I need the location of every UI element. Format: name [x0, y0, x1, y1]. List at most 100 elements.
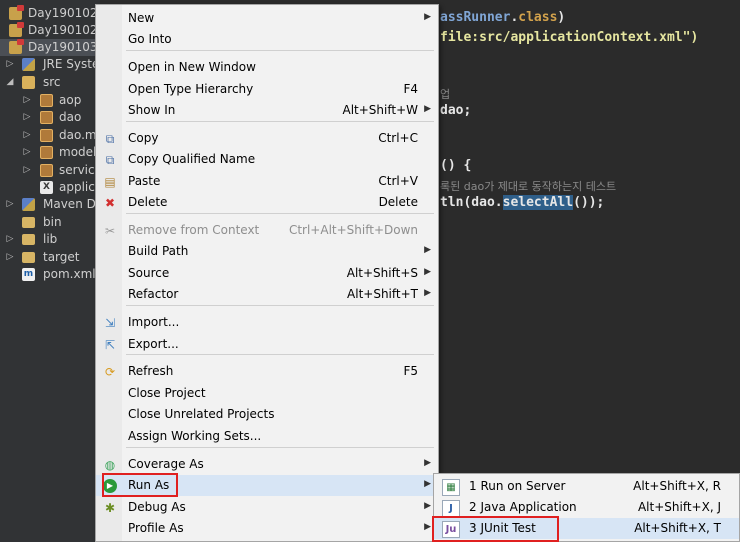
tree-item[interactable]: bin — [0, 214, 100, 231]
menu-item-run-as[interactable]: ▶ Run As ▶ — [96, 475, 438, 496]
menu-item-label: New — [128, 11, 155, 25]
menu-item-shortcut: Alt+Shift+S — [346, 266, 418, 280]
tree-item[interactable]: Day190102_ — [0, 5, 100, 22]
menu-item-import[interactable]: ⇲ Import... — [96, 312, 438, 333]
tree-item[interactable]: ▷ JRE Syster — [0, 56, 100, 73]
tree-item[interactable]: ◢ src — [0, 74, 100, 91]
tree-item[interactable]: Xapplica — [0, 179, 100, 196]
package-icon — [40, 111, 53, 124]
tree-item[interactable]: ▷ aop — [0, 92, 100, 109]
expand-arrow-icon[interactable]: ▷ — [5, 196, 15, 213]
menu-item-delete[interactable]: ✖ Delete Delete — [96, 192, 438, 213]
code-line: file:src/applicationContext.xml") — [440, 30, 698, 45]
expand-arrow-icon[interactable]: ▷ — [22, 127, 32, 144]
folder-icon — [22, 217, 35, 228]
menu-item-source[interactable]: Source Alt+Shift+S ▶ — [96, 263, 438, 284]
package-icon — [40, 146, 53, 159]
tree-item-label: JRE Syster — [43, 57, 100, 71]
run-icon: ▶ — [103, 479, 117, 493]
menu-item-label: Refresh — [128, 364, 174, 378]
expand-arrow-icon[interactable]: ▷ — [22, 144, 32, 161]
tree-item[interactable]: ▷ target — [0, 249, 100, 266]
coverage-icon: ◍ — [104, 458, 116, 472]
submenu-item-label: 3 JUnit Test — [469, 521, 536, 535]
menu-item-export[interactable]: ⇱ Export... — [96, 334, 438, 355]
tree-item[interactable]: ▷ dao.ma — [0, 127, 100, 144]
java-app-icon: J — [442, 500, 460, 517]
menu-item-assign-working-sets[interactable]: Assign Working Sets... — [96, 426, 438, 447]
menu-item-coverage-as[interactable]: ◍ Coverage As ▶ — [96, 454, 438, 475]
debug-icon: ✱ — [104, 501, 116, 515]
submenu-item-1-run-on-server[interactable]: ▦ 1 Run on Server Alt+Shift+X, R — [434, 476, 739, 497]
tree-item[interactable]: ▷ dao — [0, 109, 100, 126]
package-icon — [40, 94, 53, 107]
menu-item-open-in-new-window[interactable]: Open in New Window — [96, 57, 438, 78]
menu-item-close-unrelated-projects[interactable]: Close Unrelated Projects — [96, 404, 438, 425]
menu-item-show-in[interactable]: Show In Alt+Shift+W ▶ — [96, 100, 438, 121]
menu-item-close-project[interactable]: Close Project — [96, 383, 438, 404]
submenu-arrow-icon: ▶ — [424, 104, 431, 114]
folder-icon — [22, 252, 35, 263]
tree-item[interactable]: m pom.xml — [0, 266, 100, 283]
menu-item-label: Close Unrelated Projects — [128, 407, 275, 421]
menu-item-label: Open in New Window — [128, 60, 256, 74]
menu-item-label: Remove from Context — [128, 223, 260, 237]
expand-arrow-icon[interactable]: ▷ — [22, 92, 32, 109]
code-token: ()); — [573, 195, 605, 210]
tree-item[interactable]: Day190102_ — [0, 22, 100, 39]
menu-item-refresh[interactable]: ⟳ Refresh F5 — [96, 361, 438, 382]
tree-item[interactable]: Day190103_ — [0, 39, 100, 56]
menu-item-copy[interactable]: ⧉ Copy Ctrl+C — [96, 128, 438, 149]
submenu-arrow-icon: ▶ — [424, 479, 431, 489]
menu-item-shortcut: F4 — [403, 82, 418, 96]
submenu-item-3-junit-test[interactable]: Ju 3 JUnit Test Alt+Shift+X, T — [434, 518, 739, 539]
project-icon — [9, 22, 24, 37]
menu-item-label: Open Type Hierarchy — [128, 82, 254, 96]
project-explorer: Day190102_ Day190102_ Day190103_ ▷ JRE Syste… — [0, 0, 100, 542]
submenu-item-shortcut: Alt+Shift+X, T — [634, 521, 721, 535]
expand-arrow-icon[interactable]: ▷ — [5, 249, 15, 266]
menu-item-go-into[interactable]: Go Into — [96, 29, 438, 50]
paste-icon: ▤ — [104, 175, 116, 189]
menu-item-build-path[interactable]: Build Path ▶ — [96, 241, 438, 262]
tree-item[interactable]: ▷ service — [0, 162, 100, 179]
menu-item-label: Show In — [128, 103, 176, 117]
expand-arrow-icon[interactable]: ▷ — [22, 109, 32, 126]
code-token: class — [518, 10, 558, 25]
copy-icon: ⧉ — [105, 132, 115, 146]
menu-item-remove-from-context[interactable]: ✂ Remove from Context Ctrl+Alt+Shift+Down — [96, 220, 438, 241]
menu-item-open-type-hierarchy[interactable]: Open Type Hierarchy F4 — [96, 79, 438, 100]
expand-arrow-icon[interactable]: ▷ — [5, 231, 15, 248]
menu-item-profile-as[interactable]: Profile As ▶ — [96, 518, 438, 539]
menu-item-new[interactable]: New ▶ — [96, 8, 438, 29]
tree-item[interactable]: ▷ model — [0, 144, 100, 161]
menu-item-copy-qualified-name[interactable]: ⧉ Copy Qualified Name — [96, 149, 438, 170]
menu-item-refactor[interactable]: Refactor Alt+Shift+T ▶ — [96, 284, 438, 305]
xml-file-icon: X — [40, 181, 53, 194]
submenu-arrow-icon: ▶ — [424, 12, 431, 22]
tree-item-label: Day190102_ — [28, 23, 100, 37]
submenu-arrow-icon: ▶ — [424, 522, 431, 532]
menu-separator — [126, 447, 434, 448]
tree-item-label: applica — [59, 180, 100, 194]
tree-item[interactable]: ▷ lib — [0, 231, 100, 248]
code-token: file:src/applicationContext.xml") — [440, 30, 699, 45]
tree-item-label: Day190103_ — [28, 40, 100, 54]
maven-pom-icon: m — [22, 268, 35, 281]
menu-item-label: Build Path — [128, 244, 189, 258]
menu-item-debug-as[interactable]: ✱ Debug As ▶ — [96, 497, 438, 518]
menu-item-label: Close Project — [128, 386, 206, 400]
menu-item-paste[interactable]: ▤ Paste Ctrl+V — [96, 171, 438, 192]
expand-arrow-icon[interactable]: ▷ — [22, 162, 32, 179]
menu-separator — [126, 213, 434, 214]
copy-qualified-icon: ⧉ — [105, 153, 115, 167]
code-line: dao; — [440, 103, 471, 118]
menu-item-label: Import... — [128, 315, 180, 329]
menu-item-label: Paste — [128, 174, 161, 188]
submenu-item-2-java-application[interactable]: J 2 Java Application Alt+Shift+X, J — [434, 497, 739, 518]
expand-arrow-icon[interactable]: ▷ — [5, 56, 15, 73]
menu-item-shortcut: Alt+Shift+W — [342, 103, 419, 117]
tree-item[interactable]: ▷ Maven De — [0, 196, 100, 213]
expand-arrow-icon[interactable]: ◢ — [5, 74, 15, 91]
menu-item-label: Profile As — [128, 521, 184, 535]
